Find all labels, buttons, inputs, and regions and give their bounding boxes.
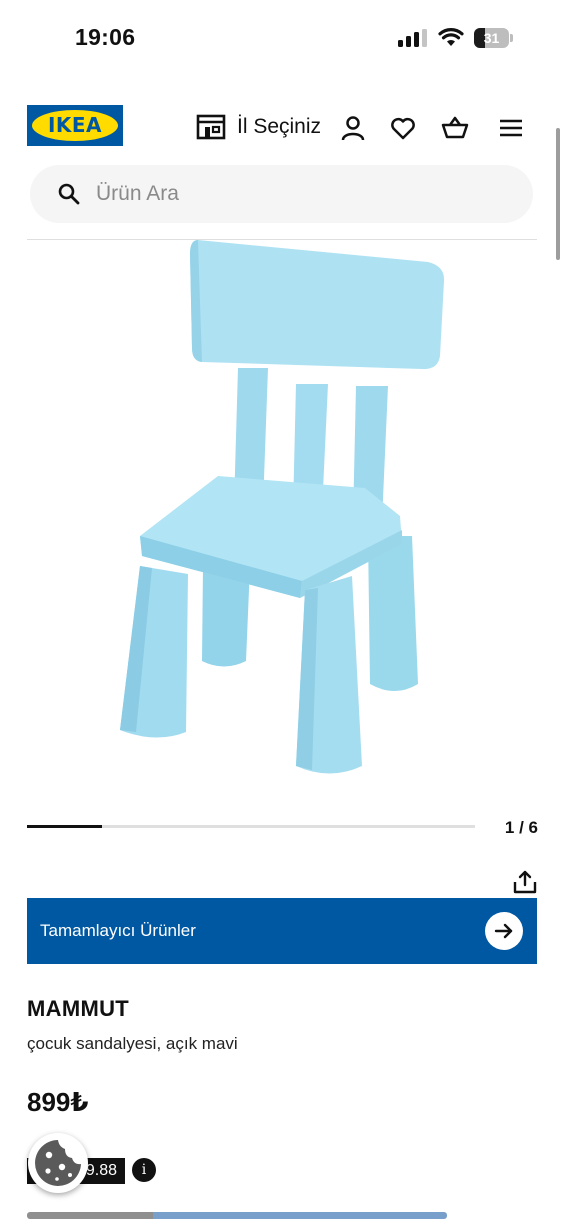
heart-icon[interactable] — [389, 114, 417, 142]
battery-indicator: 31 — [474, 28, 514, 48]
basket-icon[interactable] — [441, 114, 469, 142]
arrow-right-button[interactable] — [485, 912, 523, 950]
gallery-page-counter: 1 / 6 — [504, 818, 538, 837]
cellular-signal-icon — [398, 29, 427, 47]
store-icon — [196, 114, 226, 140]
cookie-icon — [35, 1140, 81, 1186]
product-image[interactable] — [100, 236, 460, 781]
search-input[interactable] — [96, 165, 506, 223]
status-bar: 19:06 31 — [0, 0, 563, 76]
menu-icon[interactable] — [497, 114, 525, 142]
user-icon[interactable] — [339, 114, 367, 142]
price-tag-text: 9.88 — [85, 1162, 117, 1179]
complementary-products-banner[interactable]: Tamamlayıcı Ürünler — [27, 898, 537, 964]
gallery-progress-fill — [27, 825, 102, 828]
scrollbar[interactable] — [556, 128, 560, 260]
arrow-right-icon — [494, 923, 513, 939]
gallery-progress-track — [27, 825, 475, 828]
complementary-products-label: Tamamlayıcı Ürünler — [40, 921, 196, 940]
site-header: IKEA İl Seçiniz — [0, 100, 563, 156]
product-price: 899₺ — [27, 1087, 89, 1117]
product-name: MAMMUT — [27, 996, 129, 1021]
battery-percent: 31 — [483, 30, 500, 46]
ikea-logo[interactable]: IKEA — [27, 105, 123, 146]
cookie-settings-button[interactable] — [28, 1133, 88, 1193]
product-description: çocuk sandalyesi, açık mavi — [27, 1034, 238, 1053]
search-bar[interactable] — [30, 165, 533, 223]
logo-text: IKEA — [47, 113, 103, 137]
info-icon[interactable]: i — [132, 1158, 156, 1182]
truncated-content — [27, 1212, 447, 1219]
wifi-icon — [438, 28, 464, 46]
share-icon[interactable] — [512, 870, 538, 894]
store-selector-label: İl Seçiniz — [237, 115, 322, 138]
store-selector-button[interactable]: İl Seçiniz — [196, 112, 321, 142]
search-icon — [58, 183, 80, 205]
status-time: 19:06 — [75, 24, 136, 50]
